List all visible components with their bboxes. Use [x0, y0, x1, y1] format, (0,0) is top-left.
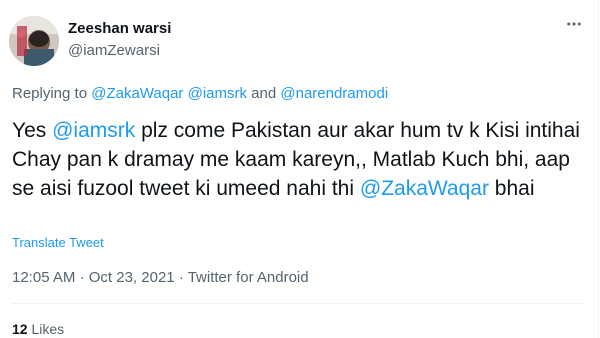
reply-mention-narendramodi[interactable]: @narendramodi	[280, 85, 388, 102]
tweet-source[interactable]: Twitter for Android	[188, 269, 309, 286]
tweet-text-part-1: Yes	[12, 119, 47, 142]
replying-to: Replying to @ZakaWaqar @iamsrk and @nare…	[12, 85, 388, 102]
tweet-text: Yes @iamsrk plz come Pakistan aur akar h…	[12, 116, 582, 203]
card-border	[598, 0, 599, 338]
meta-separator: ·	[79, 269, 85, 286]
likes-label: Likes	[31, 321, 65, 337]
likes-stat[interactable]: 12 Likes	[12, 321, 64, 337]
tweet-text-part-3: bhai	[494, 177, 535, 200]
more-icon[interactable]	[562, 12, 586, 36]
replying-and: and	[251, 85, 277, 102]
divider	[12, 303, 586, 304]
author-handle[interactable]: @iamZewarsi	[68, 42, 160, 59]
meta-separator: ·	[178, 269, 184, 286]
avatar[interactable]	[9, 16, 59, 66]
replying-prefix: Replying to	[12, 85, 88, 102]
tweet-meta: 12:05 AM · Oct 23, 2021 · Twitter for An…	[12, 269, 309, 286]
translate-tweet-link[interactable]: Translate Tweet	[12, 235, 104, 250]
author-name[interactable]: Zeeshan warsi	[68, 20, 171, 37]
tweet-mention-zakawaqar[interactable]: @ZakaWaqar	[360, 177, 489, 200]
tweet-date[interactable]: Oct 23, 2021	[89, 269, 175, 286]
likes-count: 12	[12, 321, 28, 337]
avatar-image	[9, 16, 59, 66]
reply-mention-iamsrk[interactable]: @iamsrk	[188, 85, 247, 102]
tweet-time[interactable]: 12:05 AM	[12, 269, 75, 286]
reply-mention-zakawaqar[interactable]: @ZakaWaqar	[91, 85, 183, 102]
tweet-mention-iamsrk[interactable]: @iamsrk	[52, 119, 135, 142]
tweet-card: Zeeshan warsi @iamZewarsi Replying to @Z…	[0, 0, 600, 338]
